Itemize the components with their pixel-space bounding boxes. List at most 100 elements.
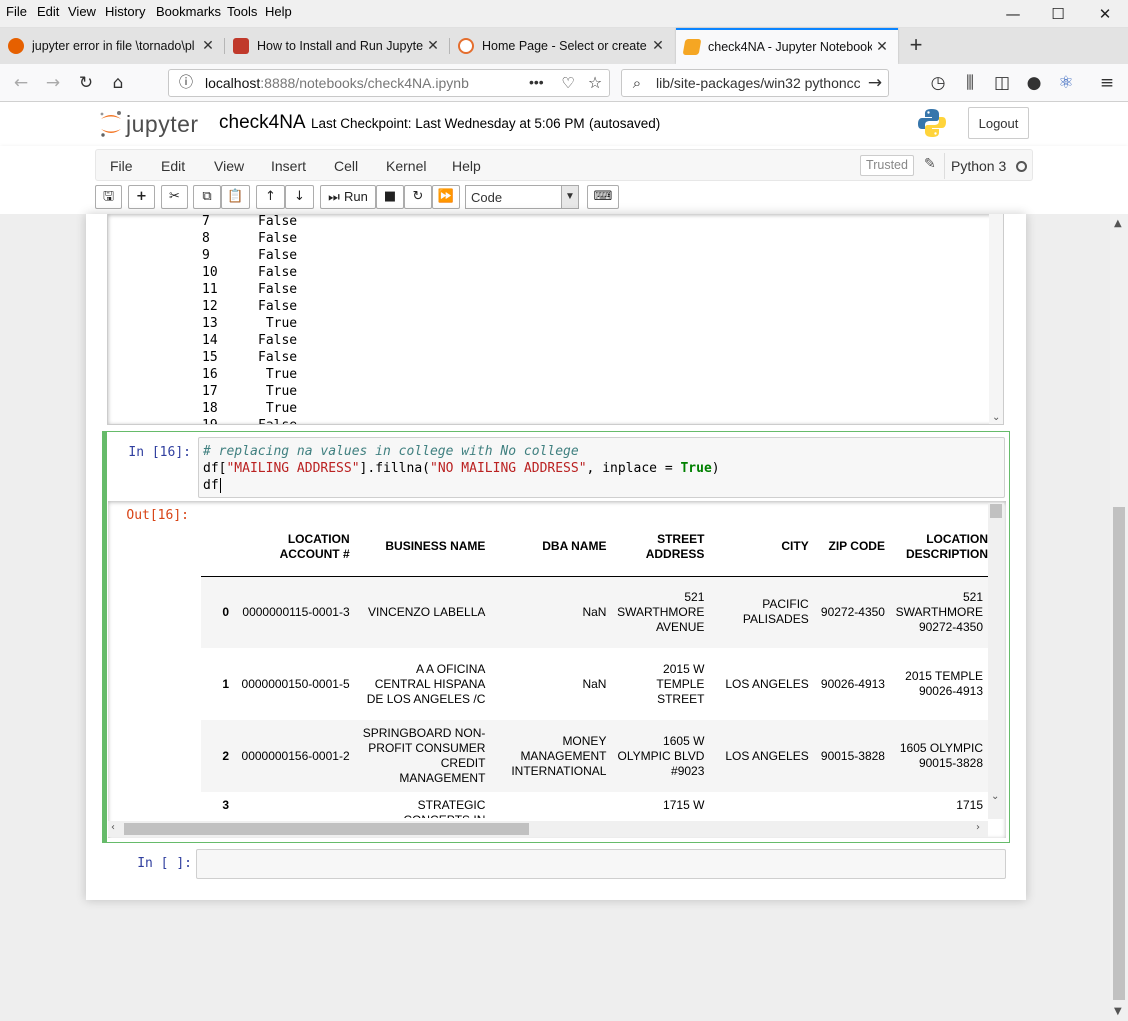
menu-file[interactable]: File	[6, 4, 27, 19]
series-index: 12	[202, 299, 218, 314]
code-line-df: df	[203, 478, 221, 493]
code-editor[interactable]	[196, 849, 1006, 879]
table-row: 0 0000000115-0001-3 VINCENZO LABELLA NaN 521…	[201, 576, 988, 648]
code-comment: # replacing na values in college with No…	[203, 444, 579, 459]
tab-home-page[interactable]: Home Page - Select or create a ✕	[450, 28, 674, 64]
output-scrollbar-horizontal[interactable]: ‹ ›	[108, 821, 988, 837]
cell-type-select[interactable]: Code ▼	[465, 185, 579, 209]
move-down-icon[interactable]: ↓	[285, 185, 314, 209]
paste-icon[interactable]: 📋	[221, 185, 250, 209]
column-header: BUSINESS NAME	[354, 518, 491, 577]
code-cell-empty[interactable]: In [ ]:	[102, 846, 1010, 884]
search-input[interactable]	[656, 70, 860, 96]
jmenu-cell[interactable]: Cell	[334, 158, 358, 174]
save-icon[interactable]: 🖫	[95, 185, 122, 209]
cut-icon[interactable]: ✂	[161, 185, 188, 209]
search-bar[interactable]: ⌕ →	[621, 69, 889, 97]
logout-button[interactable]: Logout	[968, 107, 1029, 139]
jupyter-header: jupyter check4NA Last Checkpoint: Last W…	[0, 102, 1128, 146]
restart-icon[interactable]: ↻	[404, 185, 432, 209]
restart-run-all-icon[interactable]: ⏩	[432, 185, 460, 209]
pocket-icon[interactable]: ♡	[555, 70, 581, 96]
jmenu-help[interactable]: Help	[452, 158, 481, 174]
move-up-icon[interactable]: ↑	[256, 185, 285, 209]
table-cell	[814, 792, 890, 818]
series-index: 7	[202, 214, 210, 229]
library-icon[interactable]: ⫼	[957, 70, 983, 96]
series-value: False	[258, 231, 298, 246]
home-icon[interactable]: ⌂	[105, 70, 131, 96]
hamburger-menu-icon[interactable]: ≡	[1094, 70, 1120, 96]
notebook-name[interactable]: check4NA	[219, 112, 306, 134]
extension-icon[interactable]: ⚛	[1053, 70, 1079, 96]
tab-install-jupyter[interactable]: How to Install and Run Jupyter ✕	[225, 28, 449, 64]
menu-bookmarks[interactable]: Bookmarks	[156, 4, 221, 19]
bookmark-star-icon[interactable]: ☆	[582, 70, 608, 96]
row-index: 2	[222, 748, 230, 763]
tab-title: How to Install and Run Jupyter	[257, 39, 423, 53]
page-actions-icon[interactable]: •••	[529, 74, 544, 90]
back-icon[interactable]: ←	[8, 70, 34, 96]
forward-icon[interactable]: →	[40, 70, 66, 96]
info-icon[interactable]: ⓘ	[173, 70, 199, 96]
scroll-right-icon[interactable]: ›	[976, 822, 980, 833]
trusted-badge[interactable]: Trusted	[860, 155, 914, 176]
insert-cell-icon[interactable]: +	[128, 185, 155, 209]
table-cell: 521 SWARTHMORE AVENUE	[617, 589, 705, 634]
column-header: ZIP CODE	[813, 518, 890, 577]
run-icon: ⏭	[328, 190, 340, 205]
menu-tools[interactable]: Tools	[227, 4, 257, 19]
copy-icon[interactable]: ⧉	[193, 185, 221, 209]
jmenu-insert[interactable]: Insert	[271, 158, 306, 174]
search-go-icon[interactable]: →	[862, 70, 888, 96]
history-icon[interactable]: ◷	[925, 70, 951, 96]
sidebar-icon[interactable]: ◫	[989, 70, 1015, 96]
jupyter-logo[interactable]: jupyter	[98, 108, 208, 140]
output-scrollbar[interactable]: ⌄	[989, 214, 1003, 424]
scroll-left-icon[interactable]: ‹	[111, 822, 115, 833]
scroll-down-icon[interactable]: ⌄	[991, 791, 999, 802]
series-value: False	[258, 282, 298, 297]
close-window-icon[interactable]: ✕	[1090, 4, 1120, 24]
scroll-down-icon[interactable]: ▼	[1114, 1006, 1122, 1017]
scrollbar-thumb[interactable]	[124, 823, 529, 835]
jmenu-view[interactable]: View	[214, 158, 244, 174]
scroll-down-icon[interactable]: ⌄	[992, 412, 1000, 423]
code-editor[interactable]: # replacing na values in college with No…	[198, 437, 1005, 498]
jmenu-file[interactable]: File	[110, 158, 133, 174]
interrupt-icon[interactable]: ■	[376, 185, 404, 209]
tab-check4na[interactable]: check4NA - Jupyter Notebook ✕	[676, 28, 898, 64]
menu-view[interactable]: View	[68, 4, 96, 19]
output-scrollbar-vertical[interactable]: ⌄	[988, 503, 1004, 819]
account-icon[interactable]: ●	[1021, 70, 1047, 96]
close-tab-icon[interactable]: ✕	[648, 38, 668, 54]
edit-pencil-icon[interactable]: ✎	[924, 155, 936, 172]
jmenu-edit[interactable]: Edit	[161, 158, 185, 174]
keyboard-icon[interactable]: ⌨	[587, 185, 619, 209]
close-tab-icon[interactable]: ✕	[423, 38, 443, 54]
series-row: 10 False	[202, 265, 297, 282]
app-menu-bar: File Edit View History Bookmarks Tools H…	[0, 0, 1128, 28]
series-row: 8 False	[202, 231, 297, 248]
reload-icon[interactable]: ↻	[73, 70, 99, 96]
close-tab-icon[interactable]: ✕	[872, 39, 892, 55]
minimize-icon[interactable]: —	[998, 4, 1028, 24]
column-header: STREET ADDRESS	[611, 518, 710, 577]
jupyter-wordmark: jupyter	[126, 111, 199, 137]
maximize-icon[interactable]: ☐	[1043, 4, 1073, 24]
run-button[interactable]: ⏭ Run	[320, 185, 376, 209]
scroll-up-icon[interactable]: ▲	[1114, 218, 1122, 229]
page-scrollbar[interactable]: ▲ ▼	[1110, 214, 1128, 1021]
url-bar[interactable]: ⓘ localhost:8888/notebooks/check4NA.ipyn…	[168, 69, 610, 97]
jmenu-kernel[interactable]: Kernel	[386, 158, 426, 174]
menu-history[interactable]: History	[105, 4, 145, 19]
scrollbar-thumb[interactable]	[990, 504, 1002, 518]
menu-help[interactable]: Help	[265, 4, 292, 19]
tab-jupyter-error[interactable]: jupyter error in file \tornado\pl ✕	[0, 28, 224, 64]
menu-edit[interactable]: Edit	[37, 4, 59, 19]
new-tab-icon[interactable]: +	[898, 28, 934, 64]
close-tab-icon[interactable]: ✕	[198, 38, 218, 54]
series-index: 14	[202, 333, 218, 348]
page-scrollbar-thumb[interactable]	[1113, 507, 1125, 1000]
code-cell-selected[interactable]: In [16]: # replacing na values in colleg…	[102, 431, 1010, 843]
